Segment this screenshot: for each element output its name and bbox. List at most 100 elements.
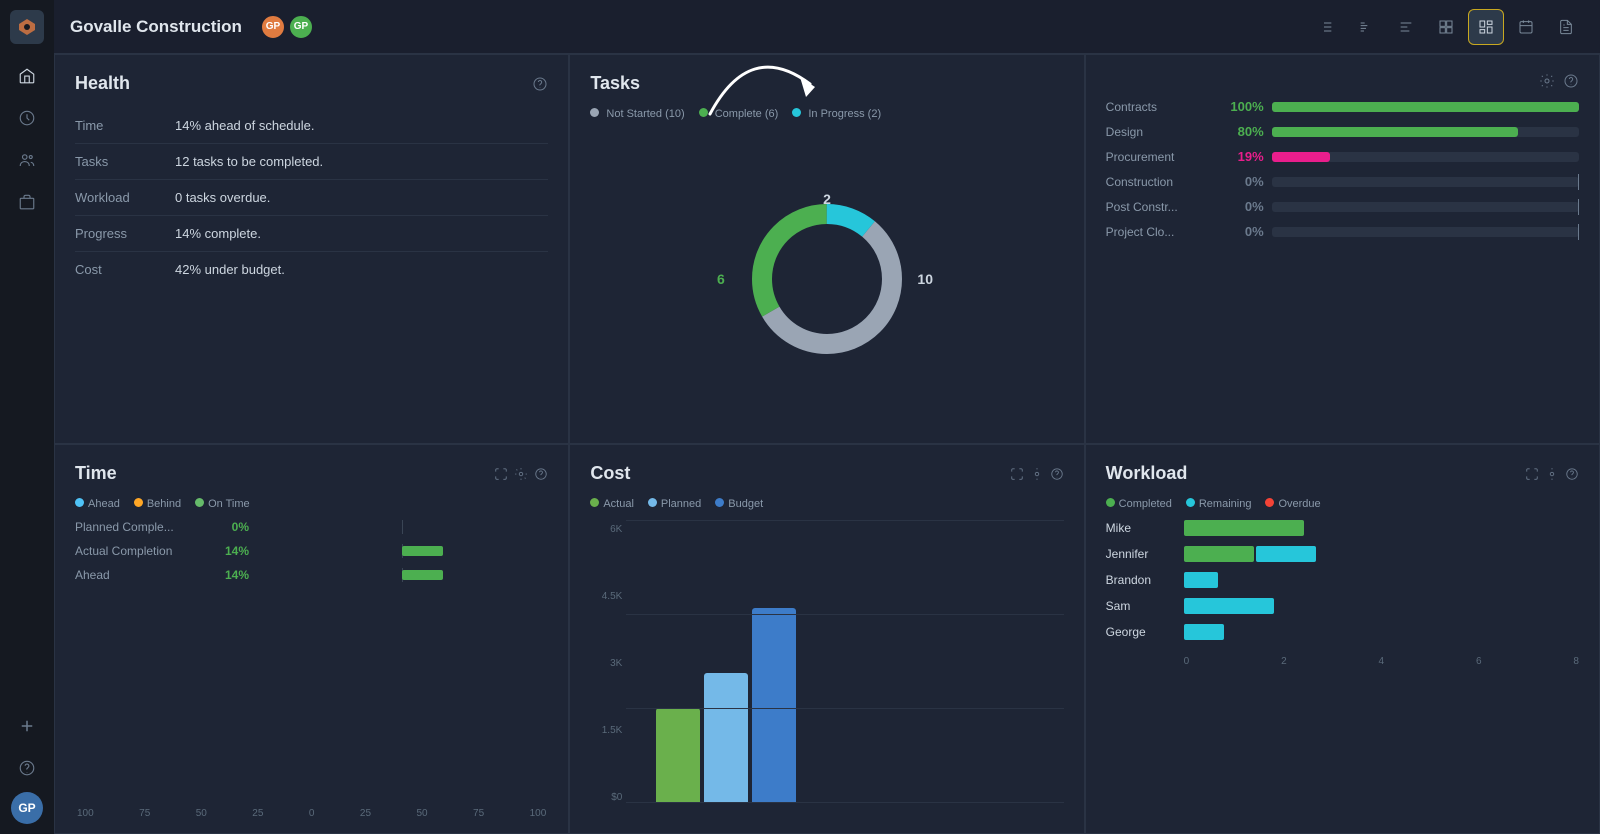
cost-panel-actions bbox=[1010, 467, 1064, 481]
dashboard: Health Time 14% ahead of schedule. Tasks… bbox=[54, 54, 1600, 834]
tasks-bar-rows: Contracts 100% Design 80% Procuremen bbox=[1106, 99, 1579, 249]
time-settings-icon[interactable] bbox=[514, 467, 528, 481]
workload-legend-overdue: Overdue bbox=[1265, 498, 1320, 510]
contracts-bar-fill bbox=[1272, 102, 1579, 112]
tasks-panel-title: Tasks bbox=[590, 73, 1063, 94]
workload-legend-completed: Completed bbox=[1106, 498, 1172, 510]
donut-label-top: 2 bbox=[823, 191, 831, 207]
workload-panel: Workload Completed Remaining Overdue bbox=[1085, 444, 1600, 834]
sidebar-item-people[interactable] bbox=[9, 142, 45, 178]
main-content: Govalle Construction GP GP bbox=[54, 0, 1600, 834]
procurement-bar-track bbox=[1272, 152, 1579, 162]
tasks-bar-row-postconstruction: Post Constr... 0% bbox=[1106, 199, 1579, 214]
cost-settings-icon[interactable] bbox=[1030, 467, 1044, 481]
tasks-bars-panel: Contracts 100% Design 80% Procuremen bbox=[1085, 54, 1600, 444]
time-legend-behind: Behind bbox=[134, 498, 181, 510]
tasks-bar-row-procurement: Procurement 19% bbox=[1106, 149, 1579, 164]
construction-bar-track bbox=[1272, 177, 1579, 187]
workload-settings-icon[interactable] bbox=[1545, 467, 1559, 481]
workload-row-george: George bbox=[1106, 624, 1579, 640]
sidebar-item-add[interactable] bbox=[9, 708, 45, 744]
tasks-bars-actions bbox=[1106, 73, 1579, 89]
time-row-ahead: Ahead 14% bbox=[75, 568, 548, 582]
construction-bar-tick bbox=[1578, 174, 1579, 190]
jennifer-bars bbox=[1184, 546, 1579, 562]
sidebar-item-portfolio[interactable] bbox=[9, 184, 45, 220]
cost-help-icon[interactable] bbox=[1050, 467, 1064, 481]
health-row-progress: Progress 14% complete. bbox=[75, 216, 548, 252]
time-help-icon[interactable] bbox=[534, 467, 548, 481]
cost-panel: Cost Actual Planned Budget bbox=[569, 444, 1084, 834]
avatar-2[interactable]: GP bbox=[288, 14, 314, 40]
sidebar-logo[interactable] bbox=[10, 10, 44, 44]
procurement-bar-fill bbox=[1272, 152, 1330, 162]
gantt-view-button[interactable] bbox=[1348, 9, 1384, 45]
health-actions bbox=[532, 76, 548, 92]
cost-panel-title: Cost bbox=[590, 463, 1063, 484]
doc-view-button[interactable] bbox=[1548, 9, 1584, 45]
cost-bars-container bbox=[626, 520, 1063, 819]
tasks-donut-chart: 2 6 10 bbox=[737, 189, 917, 369]
cost-y-axis: 6K 4.5K 3K 1.5K $0 bbox=[590, 520, 622, 819]
design-bar-track bbox=[1272, 127, 1579, 137]
planned-bar-center bbox=[402, 520, 403, 534]
sam-bars bbox=[1184, 598, 1579, 614]
list-view-button[interactable] bbox=[1308, 9, 1344, 45]
george-bars bbox=[1184, 624, 1579, 640]
health-rows: Time 14% ahead of schedule. Tasks 12 tas… bbox=[75, 108, 548, 287]
workload-row-sam: Sam bbox=[1106, 598, 1579, 614]
avatar-1[interactable]: GP bbox=[260, 14, 286, 40]
mike-bars bbox=[1184, 520, 1579, 536]
topbar-icons bbox=[1308, 9, 1584, 45]
cost-bar-actual bbox=[656, 708, 700, 803]
time-rows: Planned Comple... 0% Actual Completion 1… bbox=[75, 520, 548, 800]
health-panel-title: Health bbox=[75, 73, 548, 94]
jennifer-completed bbox=[1184, 546, 1254, 562]
topbar: Govalle Construction GP GP bbox=[54, 0, 1600, 54]
tasks-bars-help-icon[interactable] bbox=[1563, 73, 1579, 89]
sidebar-item-time[interactable] bbox=[9, 100, 45, 136]
health-panel: Health Time 14% ahead of schedule. Tasks… bbox=[54, 54, 569, 444]
tasks-legend: Not Started (10) Complete (6) In Progres… bbox=[590, 108, 1063, 120]
jennifer-remaining bbox=[1256, 546, 1316, 562]
workload-help-icon[interactable] bbox=[1565, 467, 1579, 481]
workload-x-axis: 0 2 4 6 8 bbox=[1106, 656, 1579, 667]
time-row-actual: Actual Completion 14% bbox=[75, 544, 548, 558]
projectclose-bar-track bbox=[1272, 227, 1579, 237]
tasks-bars-settings-icon[interactable] bbox=[1539, 73, 1555, 89]
time-legend-ontime: On Time bbox=[195, 498, 250, 510]
workload-legend-remaining: Remaining bbox=[1186, 498, 1252, 510]
user-avatar[interactable]: GP bbox=[11, 792, 43, 824]
workload-expand-icon[interactable] bbox=[1525, 467, 1539, 481]
board-view-button[interactable] bbox=[1388, 9, 1424, 45]
sidebar-item-help[interactable] bbox=[9, 750, 45, 786]
topbar-avatars: GP GP bbox=[260, 14, 314, 40]
legend-in-progress: In Progress (2) bbox=[792, 108, 881, 120]
health-help-icon[interactable] bbox=[532, 76, 548, 92]
workload-row-mike: Mike bbox=[1106, 520, 1579, 536]
legend-not-started: Not Started (10) bbox=[590, 108, 684, 120]
brandon-bars bbox=[1184, 572, 1579, 588]
time-panel-actions bbox=[494, 467, 548, 481]
dashboard-view-button[interactable] bbox=[1468, 9, 1504, 45]
calendar-view-button[interactable] bbox=[1508, 9, 1544, 45]
cost-legend-planned: Planned bbox=[648, 498, 701, 510]
donut-label-left: 6 bbox=[717, 271, 725, 287]
time-row-planned: Planned Comple... 0% bbox=[75, 520, 548, 534]
time-x-axis: 100 75 50 25 0 25 50 75 100 bbox=[75, 808, 548, 819]
cost-legend-budget: Budget bbox=[715, 498, 763, 510]
cost-legend: Actual Planned Budget bbox=[590, 498, 1063, 510]
workload-row-jennifer: Jennifer bbox=[1106, 546, 1579, 562]
grid-view-button[interactable] bbox=[1428, 9, 1464, 45]
sidebar: GP bbox=[0, 0, 54, 834]
workload-rows: Mike Jennifer Brandon bbox=[1106, 520, 1579, 650]
sidebar-item-home[interactable] bbox=[9, 58, 45, 94]
brandon-remaining bbox=[1184, 572, 1218, 588]
time-expand-icon[interactable] bbox=[494, 467, 508, 481]
donut-label-right: 10 bbox=[917, 271, 933, 287]
postconstruction-bar-track bbox=[1272, 202, 1579, 212]
legend-complete: Complete (6) bbox=[699, 108, 779, 120]
cost-bars-inner bbox=[626, 520, 1063, 819]
cost-expand-icon[interactable] bbox=[1010, 467, 1024, 481]
time-legend: Ahead Behind On Time bbox=[75, 498, 548, 510]
